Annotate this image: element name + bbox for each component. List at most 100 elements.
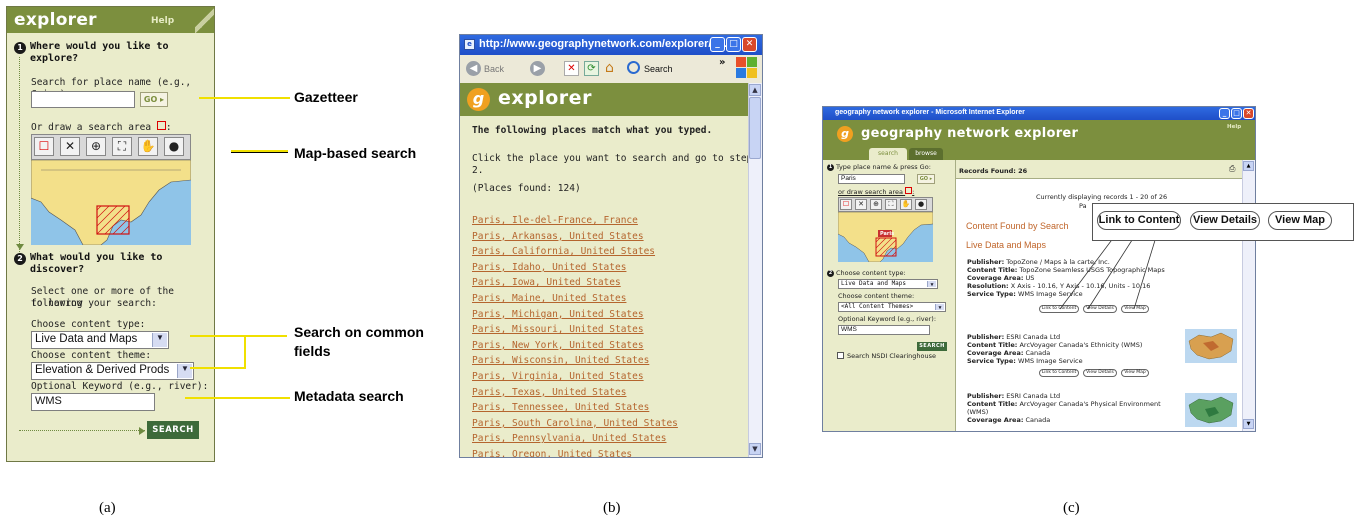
zoom-in-icon[interactable]: ⊕ — [86, 137, 106, 156]
refresh-icon[interactable]: ⟳ — [584, 61, 599, 76]
vertical-scrollbar[interactable] — [1242, 160, 1255, 431]
callout-link-button[interactable]: Link to Content — [1097, 211, 1181, 230]
record2-link-button[interactable]: Link to Content — [1039, 369, 1079, 377]
search-button[interactable]: SEARCH — [917, 342, 947, 351]
go-button[interactable]: GO ▸ — [140, 92, 168, 107]
keyword-label: Optional Keyword (e.g., river): — [838, 315, 937, 323]
minimize-icon[interactable]: _ — [710, 37, 725, 52]
place-link[interactable]: Paris, Michigan, United States — [472, 307, 742, 323]
globe-icon[interactable]: ● — [164, 137, 184, 156]
place-link[interactable]: Paris, Wisconsin, United States — [472, 353, 742, 369]
annotation-map-search-clip: Map-based search — [294, 143, 440, 162]
scroll-up-icon[interactable]: ▲ — [749, 84, 761, 96]
overview-map[interactable] — [31, 160, 191, 245]
help-link[interactable]: Help — [151, 16, 174, 26]
clear-icon[interactable]: ✕ — [855, 199, 867, 210]
place-link[interactable]: Paris, Iowa, United States — [472, 275, 742, 291]
place-link[interactable]: Paris, Tennessee, United States — [472, 400, 742, 416]
full-extent-icon[interactable]: ⛶ — [885, 199, 897, 210]
callout-map-button[interactable]: View Map — [1268, 211, 1332, 230]
step-arrow-icon — [16, 244, 24, 250]
keyword-input[interactable]: WMS — [838, 325, 930, 335]
chevron-more-icon[interactable]: » — [719, 57, 725, 68]
places-found-count: (Places found: 124) — [472, 183, 581, 194]
tab-browse[interactable]: browse — [909, 148, 943, 160]
place-link[interactable]: Paris, Pennsylvania, United States — [472, 431, 742, 447]
search-button[interactable]: SEARCH — [147, 421, 199, 439]
content-type-value: Live Data and Maps — [35, 333, 138, 345]
forward-arrow-icon[interactable]: ▶ — [530, 61, 545, 76]
clear-icon[interactable]: ✕ — [60, 137, 80, 156]
step1-number: 1 — [14, 42, 26, 54]
globe-icon[interactable]: ● — [915, 199, 927, 210]
content-theme-value: Elevation & Derived Prods — [35, 364, 170, 376]
back-arrow-icon[interactable]: ◀ — [466, 61, 481, 76]
content-theme-label: Choose content theme: — [838, 292, 915, 300]
help-link[interactable]: Help — [1227, 124, 1241, 130]
search-icon[interactable] — [627, 61, 640, 74]
maximize-icon[interactable]: □ — [726, 37, 741, 52]
place-link[interactable]: Paris, South Carolina, United States — [472, 416, 742, 432]
paris-map-label: Paris — [880, 231, 895, 237]
home-icon[interactable]: ⌂ — [605, 60, 614, 76]
annotation-common-fields-2: fields — [294, 343, 331, 359]
content-type-select[interactable]: Live Data and Maps ▼ — [31, 331, 169, 349]
annotation-common-clip: Search on common — [294, 322, 440, 341]
nsdi-checkbox[interactable] — [837, 352, 844, 359]
draw-area-label: Or draw a search area : — [31, 121, 172, 133]
pan-hand-icon[interactable]: ✋ — [138, 137, 158, 156]
scroll-down-icon[interactable]: ▼ — [749, 443, 761, 455]
close-icon[interactable]: ✕ — [1243, 108, 1254, 119]
scroll-up-icon[interactable]: ▲ — [1243, 161, 1254, 171]
step-connector-bottom — [19, 430, 145, 431]
page-label: Pa — [1079, 202, 1087, 210]
chevron-down-icon: ▼ — [927, 281, 936, 288]
record3-thumbnail — [1185, 393, 1237, 427]
keyword-input[interactable]: WMS — [31, 393, 155, 411]
place-link[interactable]: Paris, Texas, United States — [472, 385, 742, 401]
place-link[interactable]: Paris, Ile-del-France, France — [472, 213, 742, 229]
place-name-input[interactable] — [31, 91, 135, 108]
zoom-in-icon[interactable]: ⊕ — [870, 199, 882, 210]
scroll-thumb[interactable] — [749, 97, 761, 159]
step1-title-2: explore? — [30, 53, 79, 64]
content-type-label: Choose content type: — [31, 319, 146, 330]
annotation-metadata: Metadata search — [294, 388, 404, 404]
tab-search[interactable]: search — [869, 148, 907, 160]
place-link[interactable]: Paris, Missouri, United States — [472, 322, 742, 338]
map-search-pointer — [231, 150, 288, 152]
windows-logo-icon — [736, 57, 758, 79]
record2-service: Service Type: WMS Image Service — [967, 357, 1083, 365]
place-link[interactable]: Paris, California, United States — [472, 244, 742, 260]
draw-rectangle-icon[interactable]: ☐ — [34, 137, 54, 156]
go-button[interactable]: GO ▸ — [917, 174, 935, 184]
back-label[interactable]: Back — [484, 64, 504, 74]
overview-map[interactable] — [838, 212, 933, 262]
place-link[interactable]: Paris, New York, United States — [472, 338, 742, 354]
place-link[interactable]: Paris, Oregon, United States — [472, 447, 742, 457]
draw-rectangle-icon[interactable]: ☐ — [840, 199, 852, 210]
window-title: geography network explorer - Microsoft I… — [835, 109, 1025, 116]
maximize-icon[interactable]: □ — [1231, 108, 1242, 119]
content-theme-select[interactable]: Elevation & Derived Prods ▼ — [31, 362, 194, 380]
content-theme-select[interactable]: <All Content Themes> ▼ — [838, 302, 946, 312]
print-icon[interactable]: ⎙ — [1229, 164, 1239, 173]
stop-icon[interactable]: ✕ — [564, 61, 579, 76]
close-icon[interactable]: ✕ — [742, 37, 757, 52]
place-link[interactable]: Paris, Maine, United States — [472, 291, 742, 307]
search-label[interactable]: Search — [644, 64, 673, 74]
caption-c: (c) — [1063, 500, 1080, 516]
pan-hand-icon[interactable]: ✋ — [900, 199, 912, 210]
callout-details-button[interactable]: View Details — [1190, 211, 1260, 230]
record2-details-button[interactable]: View Details — [1083, 369, 1117, 377]
content-type-select[interactable]: Live Data and Maps ▼ — [838, 279, 938, 289]
place-link[interactable]: Paris, Virginia, United States — [472, 369, 742, 385]
place-link[interactable]: Paris, Idaho, United States — [472, 260, 742, 276]
record2-map-button[interactable]: View Map — [1121, 369, 1149, 377]
place-input[interactable]: Paris — [838, 174, 905, 184]
place-link[interactable]: Paris, Arkansas, United States — [472, 229, 742, 245]
minimize-icon[interactable]: _ — [1219, 108, 1230, 119]
full-extent-icon[interactable]: ⛶ — [112, 137, 132, 156]
scroll-down-icon[interactable]: ▼ — [1243, 419, 1254, 429]
nsdi-label: Search NSDI Clearinghouse — [847, 352, 937, 360]
